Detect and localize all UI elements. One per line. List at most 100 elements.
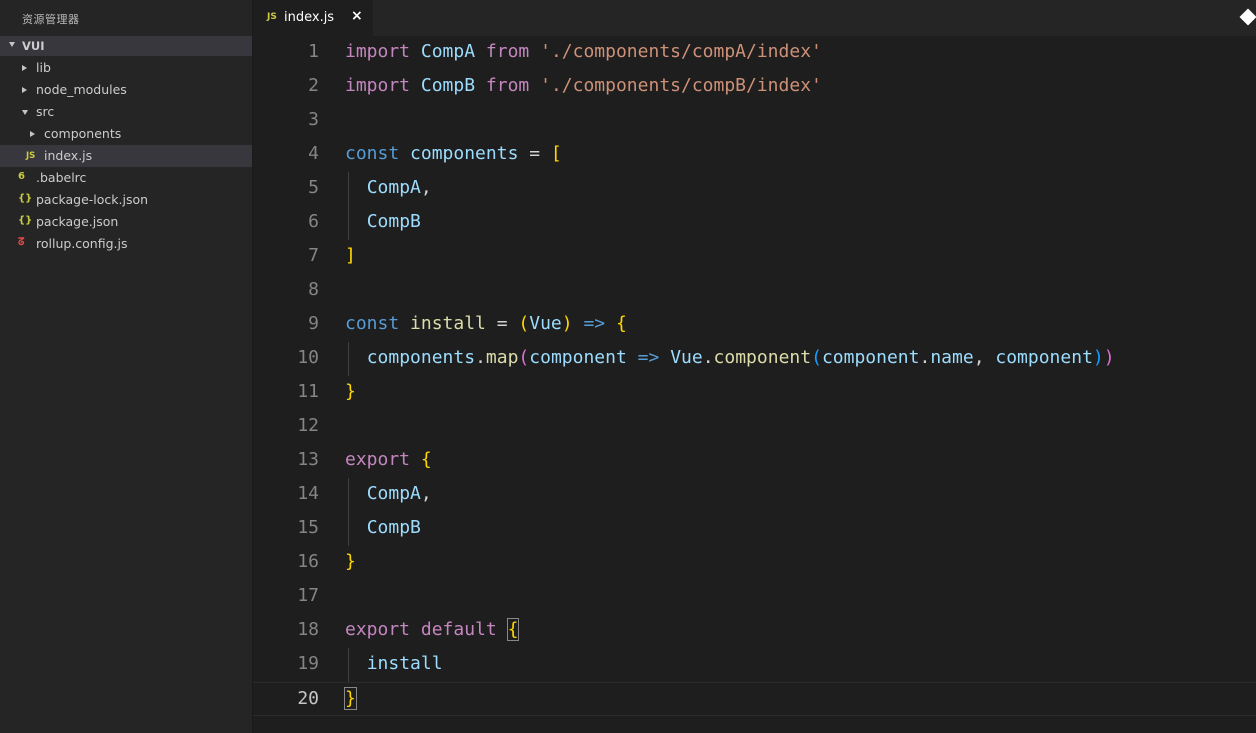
code-token: CompB [366,517,421,538]
tree-item-label: .babelrc [36,170,87,185]
tree-folder-node_modules[interactable]: node_modules [0,79,252,101]
line-number: 1 [308,41,319,62]
line-number: 16 [297,551,319,572]
line-number: 18 [297,619,319,640]
line-number: 9 [308,313,319,334]
code-line[interactable]: 14 CompA, [253,478,1256,512]
line-number: 19 [297,653,319,674]
code-text: export { [345,449,432,470]
code-line[interactable]: 2 import CompB from './components/compB/i… [253,70,1256,104]
workspace-section-header[interactable]: VUI [0,36,252,56]
code-token: ) [1103,347,1115,368]
code-token: CompA [366,177,421,198]
code-line[interactable]: 8 [253,274,1256,308]
code-line[interactable]: 5 CompA, [253,172,1256,206]
code-line[interactable]: 10 components.map(component => Vue.compo… [253,342,1256,376]
code-editor[interactable]: 1 import CompA from './components/compA/i… [253,36,1256,733]
json-file-icon: {} [18,215,33,226]
code-token: component [821,347,920,368]
tab-index-js[interactable]: JS index.js × [253,0,373,36]
code-token: [ [550,143,562,164]
code-line[interactable]: 1 import CompA from './components/compA/i… [253,36,1256,70]
code-line[interactable]: 20} [253,682,1256,716]
tree-file-index.js[interactable]: JS index.js [0,145,252,167]
js-file-icon: JS [267,12,277,22]
tree-folder-components[interactable]: components [0,123,252,145]
tree-file-.babelrc[interactable]: 6 .babelrc [0,167,252,189]
code-token: CompA [420,41,476,62]
line-number: 10 [297,347,319,368]
code-token: . [919,347,931,368]
code-token: { [615,313,627,334]
code-token: map [485,347,519,368]
code-line[interactable]: 19 install [253,648,1256,682]
tab-bar: JS index.js × [253,0,1256,36]
line-number: 7 [308,245,319,266]
code-line[interactable]: 6 CompB [253,206,1256,240]
workspace-name: VUI [22,39,45,53]
code-token: = [485,313,519,334]
code-line[interactable]: 3 [253,104,1256,138]
line-number: 20 [297,688,319,709]
tree-file-package-lock.json[interactable]: {} package-lock.json [0,189,252,211]
tree-file-package.json[interactable]: {} package.json [0,211,252,233]
tree-item-label: rollup.config.js [36,236,128,251]
code-line[interactable]: 16} [253,546,1256,580]
code-token: => [637,347,660,368]
line-number: 5 [308,177,319,198]
tree-item-label: node_modules [36,82,127,97]
code-line[interactable]: 17 [253,580,1256,614]
code-line[interactable]: 18 export default { [253,614,1256,648]
code-token: ] [345,245,356,266]
code-text: import CompB from './components/compB/in… [345,75,822,96]
explorer-title: 资源管理器 [22,13,80,26]
code-line[interactable]: 9 const install = (Vue) => { [253,308,1256,342]
code-token: component [713,347,812,368]
code-token: const [345,313,400,334]
code-token: './components/compA/index' [540,41,822,62]
tree-item-label: src [36,104,55,119]
tree-item-label: lib [36,60,51,75]
code-text: CompB [345,517,421,538]
code-token: install [410,313,486,334]
code-token: ( [811,347,822,368]
code-token: { [506,618,520,641]
tree-file-rollup.config.js[interactable]: ᘔ rollup.config.js [0,233,252,255]
line-number: 13 [297,449,319,470]
code-text: export default { [345,618,520,641]
code-token: CompB [366,211,421,232]
tree-folder-src[interactable]: src [0,101,252,123]
code-line[interactable]: 15 CompB [253,512,1256,546]
code-token: = [518,143,551,164]
code-line[interactable]: 12 [253,410,1256,444]
line-number: 12 [297,415,319,436]
code-token: CompB [420,75,476,96]
code-token: export [345,449,411,470]
code-text: } [345,551,356,572]
code-line[interactable]: 11} [253,376,1256,410]
code-token: => [583,313,606,334]
chevron-right-icon [22,65,27,71]
tree-folder-lib[interactable]: lib [0,57,252,79]
code-token: default [420,619,497,640]
code-token: from [485,41,530,62]
code-token: . [475,347,486,368]
code-token: } [345,551,356,572]
close-icon[interactable]: × [351,8,363,24]
tree-item-label: components [44,126,122,141]
code-line[interactable]: 7] [253,240,1256,274]
code-token: components [410,143,519,164]
code-line[interactable]: 4 const components = [ [253,138,1256,172]
line-number: 2 [308,75,319,96]
git-compare-icon[interactable] [1239,8,1256,26]
code-line[interactable]: 13 export { [253,444,1256,478]
